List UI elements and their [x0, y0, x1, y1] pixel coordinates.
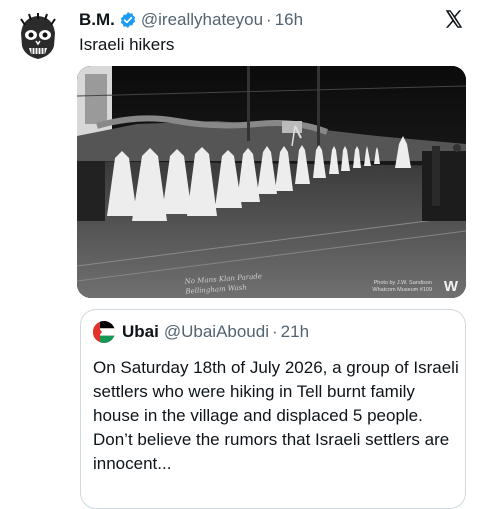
- tweet-text: Israeli hikers: [79, 35, 175, 54]
- separator-dot: ·: [266, 10, 272, 29]
- quoted-post-time[interactable]: 21h: [281, 322, 309, 342]
- author-handle[interactable]: @ireallyhateyou: [141, 10, 263, 30]
- skull-avatar-icon: [12, 12, 64, 64]
- quoted-separator-dot: ·: [272, 322, 278, 341]
- quoted-tweet[interactable]: Ubai @UbaiAboudi · 21h On Saturday 18th …: [80, 309, 466, 509]
- verified-badge-icon: [119, 11, 137, 29]
- x-logo-icon[interactable]: [443, 8, 465, 30]
- quoted-header: Ubai @UbaiAboudi · 21h: [93, 321, 309, 343]
- quoted-avatar[interactable]: [93, 321, 115, 343]
- museum-logo: W: [443, 278, 458, 295]
- author-name[interactable]: B.M.: [79, 10, 115, 30]
- tweet-photo[interactable]: No Mans Klan Parade Bellingham Wash Phot…: [77, 66, 466, 298]
- quoted-author-handle[interactable]: @UbaiAboudi: [164, 322, 269, 342]
- parade-photo: [77, 66, 466, 298]
- tweet-header: B.M. @ireallyhateyou · 16h: [79, 9, 441, 31]
- flag-avatar-icon: [93, 321, 115, 343]
- author-avatar[interactable]: [11, 11, 65, 65]
- photo-credit: Photo by J.W. Sandison Whatcom Museum #1…: [372, 280, 432, 293]
- post-time[interactable]: 16h: [275, 10, 303, 30]
- quoted-author-name[interactable]: Ubai: [122, 322, 159, 342]
- quoted-tweet-text: On Saturday 18th of July 2026, a group o…: [93, 358, 459, 473]
